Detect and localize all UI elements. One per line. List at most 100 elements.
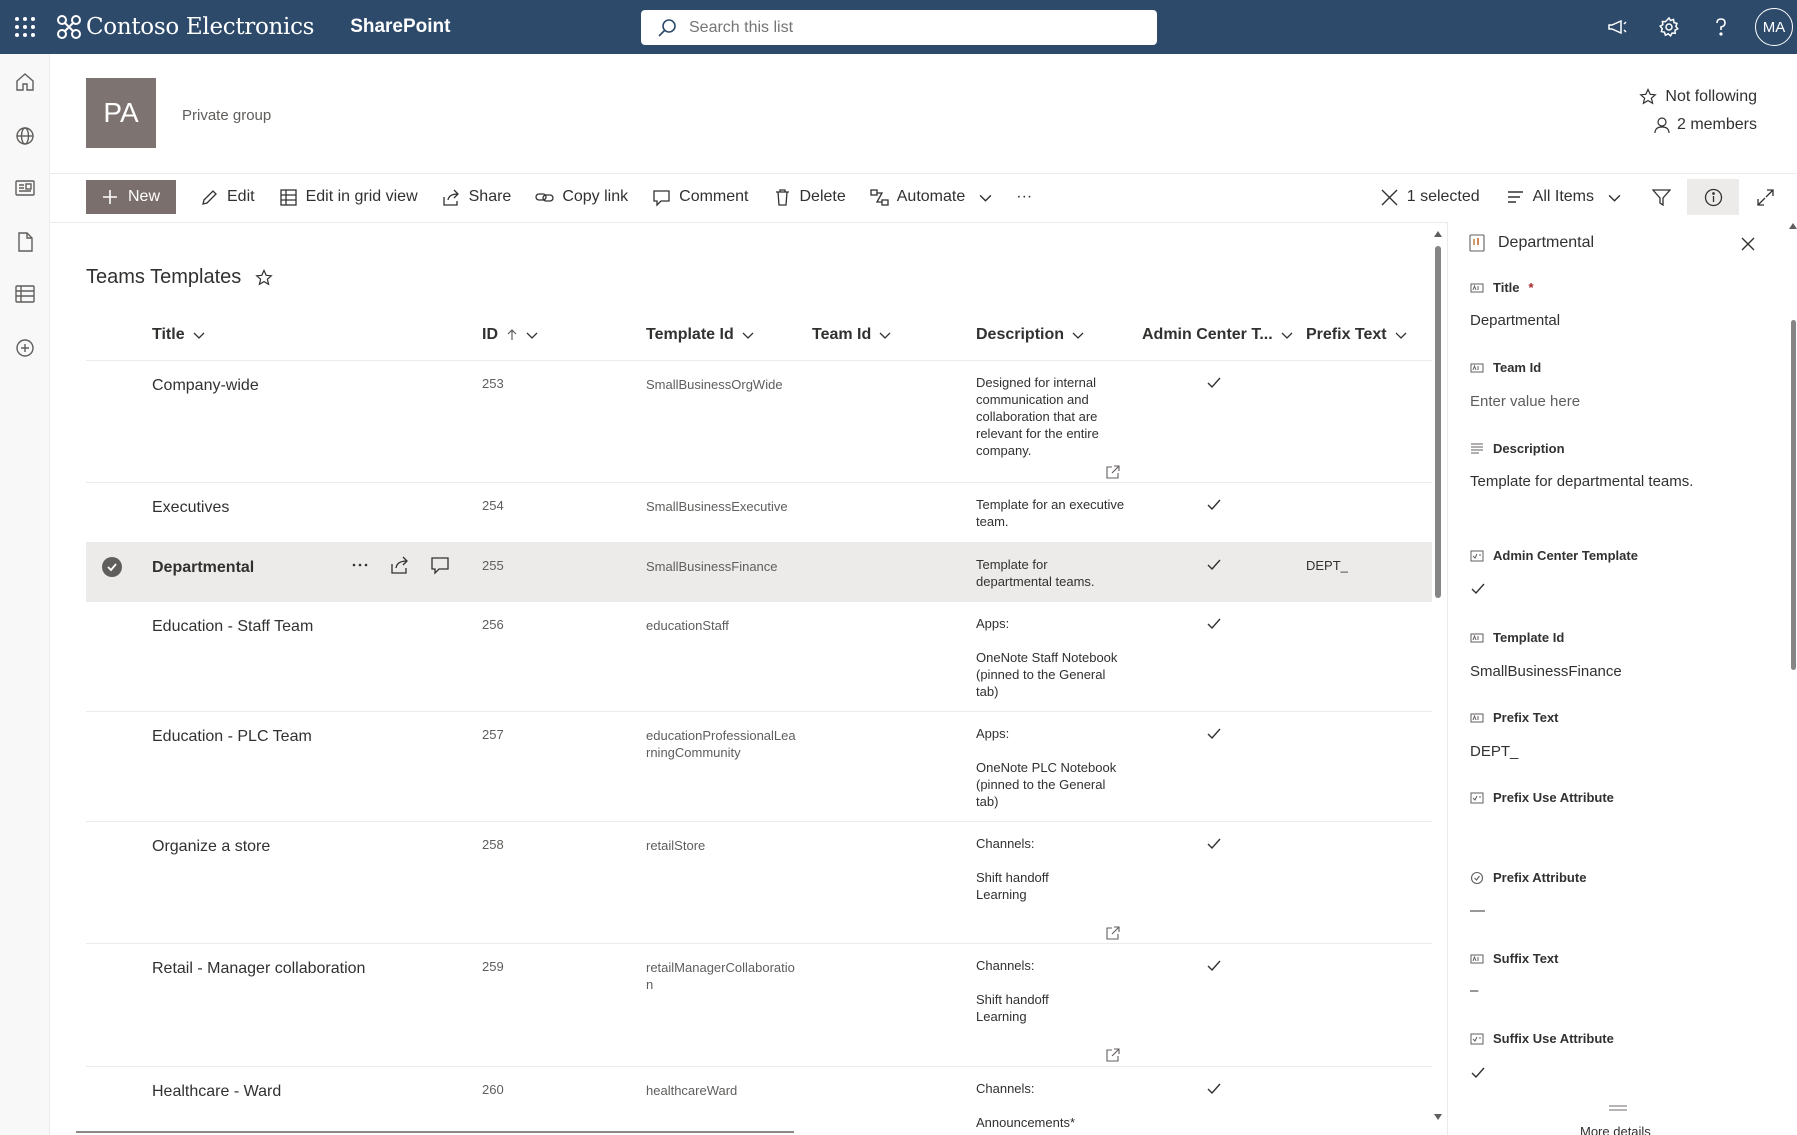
- field-value-prefix-attribute[interactable]: —: [1470, 902, 1485, 919]
- checkmark-icon[interactable]: [1470, 1065, 1486, 1081]
- pane-scrollbar[interactable]: [1788, 222, 1797, 1135]
- favorite-star-icon[interactable]: [255, 268, 274, 287]
- view-switcher[interactable]: All Items: [1506, 188, 1621, 207]
- cell-title[interactable]: Retail - Manager collaboration: [152, 960, 365, 978]
- cell-template-id: retailStore: [646, 838, 706, 853]
- account-avatar-button[interactable]: MA: [1755, 8, 1793, 46]
- open-in-new-icon[interactable]: [1106, 465, 1120, 479]
- column-header-team-id[interactable]: Team Id: [812, 326, 891, 344]
- column-header-template-id[interactable]: Template Id: [646, 326, 754, 344]
- comment-button[interactable]: Comment: [652, 188, 749, 207]
- field-input-team-id[interactable]: Enter value here: [1470, 393, 1580, 410]
- table-row-selected[interactable]: Departmental 255 SmallBusinessFinance Te…: [86, 543, 1432, 602]
- table-row[interactable]: Education - Staff Team 256 educationStaf…: [86, 602, 1432, 712]
- column-header-label: Admin Center T...: [1142, 326, 1273, 343]
- expand-icon: [1756, 188, 1774, 206]
- column-header-prefix-text[interactable]: Prefix Text: [1306, 326, 1407, 344]
- column-header-id[interactable]: ID: [482, 326, 538, 344]
- field-label-text: Template Id: [1493, 630, 1565, 645]
- cell-title[interactable]: Education - Staff Team: [152, 618, 313, 636]
- close-pane-icon[interactable]: [1738, 234, 1758, 254]
- row-more-button[interactable]: [350, 555, 370, 575]
- star-icon: [1639, 88, 1658, 105]
- list-vertical-scrollbar[interactable]: [1432, 230, 1444, 1125]
- filter-button[interactable]: [1635, 179, 1687, 215]
- more-details-link[interactable]: More details: [1580, 1124, 1651, 1135]
- edit-button[interactable]: Edit: [200, 188, 255, 207]
- feedback-button[interactable]: [1591, 0, 1643, 54]
- app-name-link[interactable]: SharePoint: [350, 16, 450, 38]
- news-nav-button[interactable]: [13, 176, 37, 200]
- home-nav-button[interactable]: [13, 70, 37, 94]
- settings-button[interactable]: [1643, 0, 1695, 54]
- text-field-icon: [1470, 954, 1484, 963]
- cell-title[interactable]: Organize a store: [152, 838, 270, 856]
- share-button[interactable]: Share: [442, 188, 511, 207]
- column-header-description[interactable]: Description: [976, 326, 1084, 344]
- cell-title[interactable]: Executives: [152, 499, 229, 517]
- pencil-icon: [202, 189, 217, 205]
- scroll-down-arrow-icon[interactable]: [1433, 1113, 1443, 1121]
- checkmark-icon: [1207, 728, 1221, 740]
- new-button[interactable]: New: [86, 180, 176, 214]
- column-header-label: Team Id: [812, 326, 872, 343]
- edit-grid-label: Edit in grid view: [305, 188, 418, 205]
- help-button[interactable]: [1695, 0, 1747, 54]
- list-scroll-thumb[interactable]: [1435, 246, 1441, 598]
- cell-title[interactable]: Education - PLC Team: [152, 728, 312, 746]
- info-pane-button[interactable]: [1687, 179, 1739, 215]
- field-value-prefix-text[interactable]: DEPT_: [1470, 743, 1518, 760]
- clear-selection-button[interactable]: 1 selected: [1380, 188, 1480, 207]
- automate-button[interactable]: Automate: [870, 188, 992, 207]
- table-row[interactable]: Healthcare - Ward 260 healthcareWard Cha…: [86, 1067, 1432, 1129]
- copy-link-button[interactable]: Copy link: [535, 188, 628, 207]
- column-header-title[interactable]: Title: [152, 326, 205, 344]
- sites-nav-button[interactable]: [13, 124, 37, 148]
- fullscreen-button[interactable]: [1739, 179, 1791, 215]
- scroll-up-arrow-icon[interactable]: [1788, 222, 1797, 230]
- edit-grid-button[interactable]: Edit in grid view: [279, 188, 418, 207]
- search-box[interactable]: [641, 10, 1157, 45]
- news-icon: [15, 180, 35, 196]
- table-row[interactable]: Executives 254 SmallBusinessExecutive Te…: [86, 483, 1432, 543]
- table-row[interactable]: Company-wide 253 SmallBusinessOrgWide De…: [86, 361, 1432, 483]
- pane-scroll-thumb[interactable]: [1791, 320, 1796, 670]
- lists-nav-button[interactable]: [13, 282, 37, 306]
- share-icon: [391, 556, 408, 574]
- members-label: 2 members: [1676, 116, 1757, 133]
- cell-title[interactable]: Healthcare - Ward: [152, 1083, 281, 1101]
- column-header-admin-center[interactable]: Admin Center T...: [1142, 326, 1293, 344]
- open-in-new-icon[interactable]: [1106, 1048, 1120, 1062]
- table-row[interactable]: Retail - Manager collaboration 259 retai…: [86, 944, 1432, 1067]
- field-value-title[interactable]: Departmental: [1470, 312, 1560, 329]
- table-row[interactable]: Education - PLC Team 257 educationProfes…: [86, 712, 1432, 822]
- cell-title[interactable]: Company-wide: [152, 377, 259, 395]
- open-in-new-icon[interactable]: [1106, 926, 1120, 940]
- row-share-button[interactable]: [390, 555, 410, 575]
- members-button[interactable]: 2 members: [1653, 116, 1757, 134]
- create-nav-button[interactable]: [13, 336, 37, 360]
- checkmark-icon[interactable]: [1470, 581, 1486, 597]
- app-bar: [0, 54, 50, 1135]
- row-select-checkbox[interactable]: [102, 557, 122, 577]
- delete-button[interactable]: Delete: [773, 188, 846, 207]
- cell-title[interactable]: Departmental: [152, 559, 254, 577]
- scroll-up-arrow-icon[interactable]: [1433, 230, 1443, 238]
- field-value-suffix-text[interactable]: –: [1470, 982, 1478, 999]
- site-logo[interactable]: PA: [86, 78, 156, 148]
- list-horizontal-scrollbar[interactable]: [76, 1131, 794, 1133]
- globe-icon: [16, 127, 34, 145]
- table-row[interactable]: Organize a store 258 retailStore Channel…: [86, 822, 1432, 944]
- more-commands-button[interactable]: ···: [1016, 188, 1032, 206]
- app-launcher-button[interactable]: [0, 0, 50, 54]
- search-input[interactable]: [689, 18, 1109, 37]
- files-nav-button[interactable]: [13, 230, 37, 254]
- follow-button[interactable]: Not following: [1639, 88, 1757, 106]
- field-value-template-id[interactable]: SmallBusinessFinance: [1470, 663, 1622, 680]
- org-brand-link[interactable]: Contoso Electronics: [56, 14, 314, 40]
- grip-icon[interactable]: [1608, 1104, 1628, 1112]
- cell-template-id: healthcareWard: [646, 1083, 738, 1098]
- document-icon: [18, 232, 33, 252]
- row-comment-button[interactable]: [430, 555, 450, 575]
- field-value-description[interactable]: Template for departmental teams.: [1470, 473, 1693, 490]
